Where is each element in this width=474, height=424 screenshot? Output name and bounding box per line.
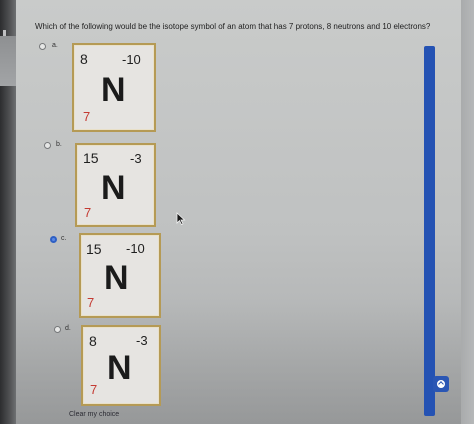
charge: -10 [126,241,145,256]
option-c-letter: c. [61,235,67,242]
atomic-number: 7 [90,382,98,397]
screen-right-edge [461,0,474,424]
element-symbol: N [101,169,126,207]
clear-choice-link[interactable]: Clear my choice [69,411,119,418]
mass-number: 15 [86,241,102,257]
charge: -3 [130,151,142,166]
mass-number: 15 [83,150,99,166]
atomic-number: 7 [83,109,91,124]
option-b-isotope-card[interactable]: 15 -3 N 7 [75,143,156,227]
option-c-radio[interactable] [50,236,57,243]
option-d-letter: d. [65,325,71,332]
element-symbol: N [104,259,129,297]
scroll-up-button[interactable] [433,376,449,392]
side-panel-tab[interactable] [0,36,16,86]
navigation-scrollbar[interactable] [424,46,435,416]
mass-number: 8 [80,51,88,67]
question-text: Which of the following would be the isot… [35,22,431,31]
option-a-radio[interactable] [39,43,46,50]
atomic-number: 7 [84,205,92,220]
mouse-pointer-icon [176,212,186,225]
option-a-letter: a. [52,42,58,49]
element-symbol: N [107,349,132,387]
mass-number: 8 [89,333,97,349]
option-c-isotope-card[interactable]: 15 -10 N 7 [79,233,161,318]
charge: -10 [122,52,141,67]
option-a-isotope-card[interactable]: 8 -10 N 7 [72,43,156,132]
option-d-isotope-card[interactable]: 8 -3 N 7 [81,325,161,406]
option-b-radio[interactable] [44,142,51,149]
charge: -3 [136,333,148,348]
element-symbol: N [101,71,126,109]
atomic-number: 7 [87,295,95,310]
option-d-radio[interactable] [54,326,61,333]
option-b-letter: b. [56,141,62,148]
